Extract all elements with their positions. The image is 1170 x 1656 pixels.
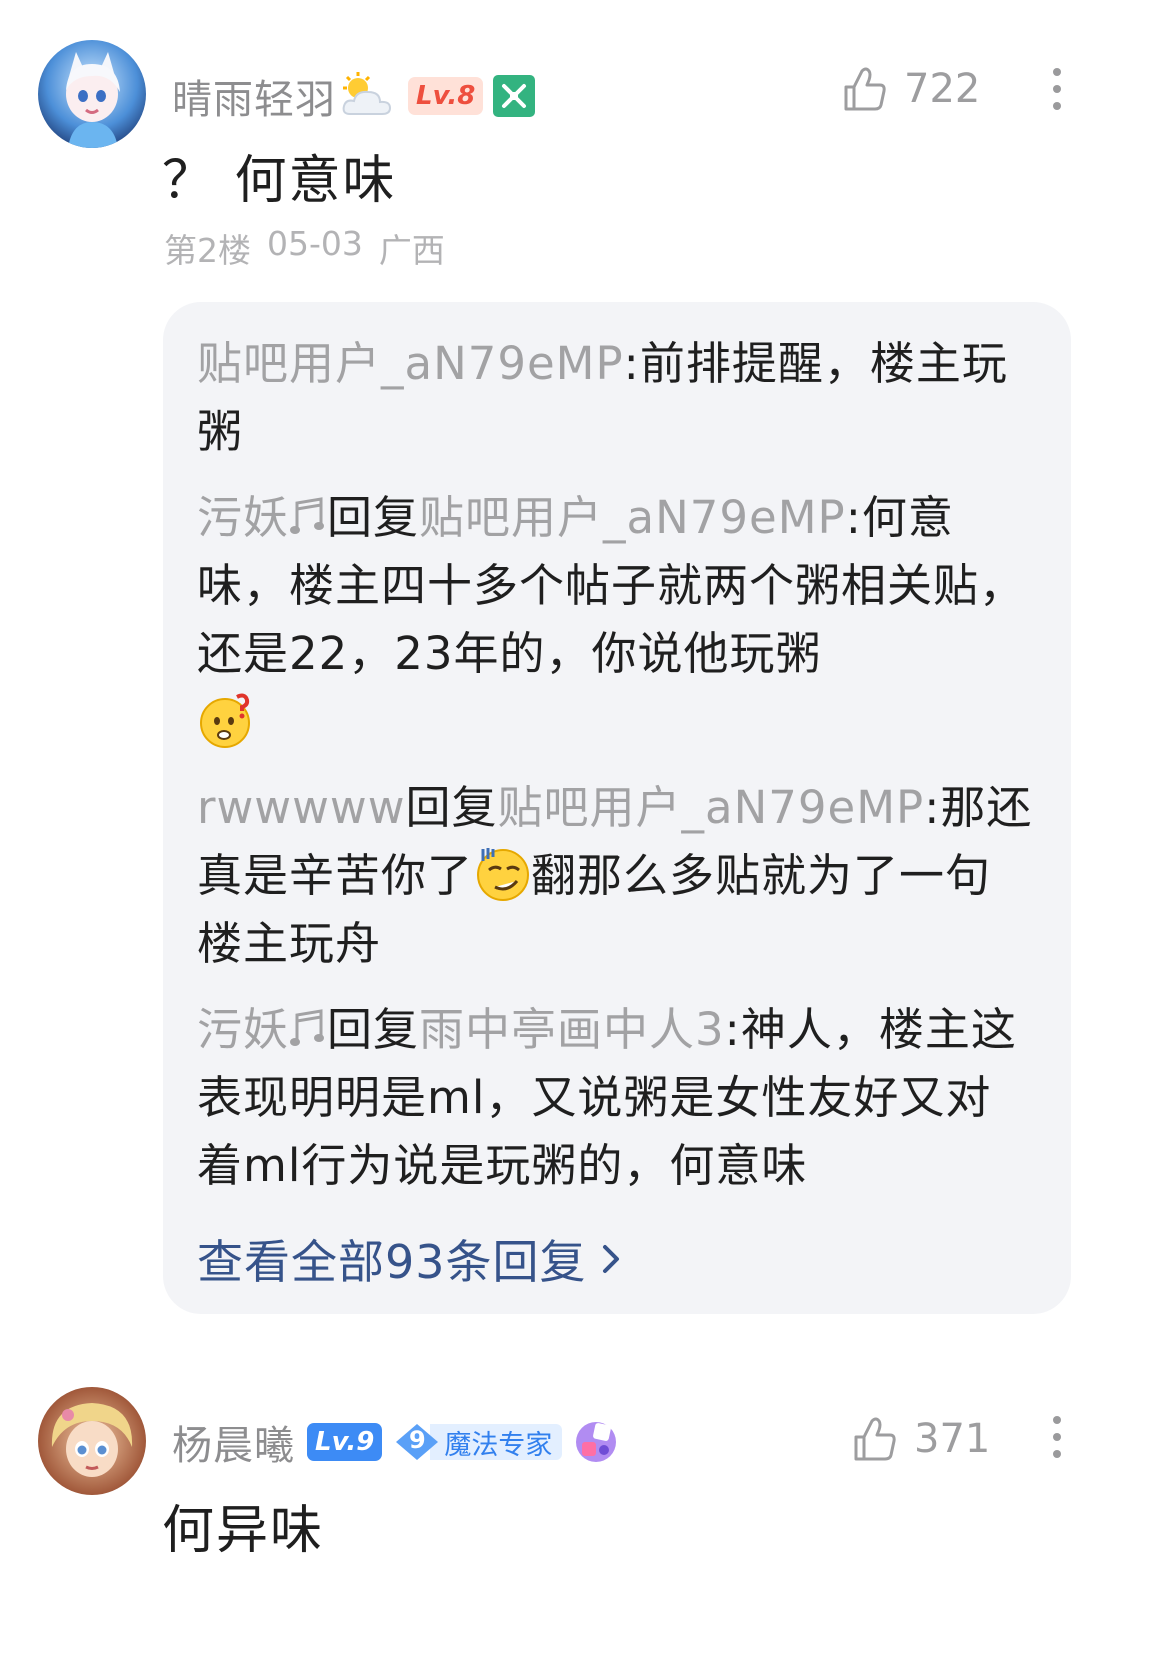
expert-title: 魔法专家 (430, 1424, 563, 1461)
sun-cloud-icon (342, 72, 392, 115)
reply-author[interactable]: 贴吧用户_aN79eMP (197, 337, 624, 390)
replies-panel: 贴吧用户_aN79eMP:前排提醒，楼主玩粥 污妖 回复贴吧用户_aN79eMP:… (163, 302, 1071, 1314)
like-count: 371 (914, 1416, 991, 1462)
level-badge: Lv.8 (408, 77, 484, 115)
comment-floor-2: 晴雨轻羽 Lv.8 722 ？ 何意味 第2楼 05-03 广西 贴吧用户_aN… (0, 0, 1170, 1400)
user-info-row: 杨晨曦 Lv.9 9 魔法专家 (172, 1414, 618, 1470)
reply-word: 回复 (405, 781, 498, 834)
like-button[interactable]: 371 (852, 1414, 990, 1464)
reply-word: 回复 (327, 491, 420, 544)
reply-word: 回复 (327, 1003, 420, 1056)
music-note-icon (290, 497, 325, 534)
like-count: 722 (904, 66, 981, 112)
magic-badge-icon (576, 1422, 617, 1462)
comment: 杨晨曦 Lv.9 9 魔法专家 371 何异味 (0, 1387, 1170, 1656)
view-all-replies-link[interactable]: 查看全部93条回复 (197, 1226, 1037, 1292)
reply-author[interactable]: 污妖 (197, 491, 289, 544)
reply-item[interactable]: 贴吧用户_aN79eMP:前排提醒，楼主玩粥 (197, 330, 1037, 466)
comment-location: 广西 (378, 231, 445, 270)
like-button[interactable]: 722 (842, 64, 980, 114)
chevron-right-icon (602, 1245, 619, 1273)
reply-item[interactable]: 污妖 回复贴吧用户_aN79eMP:何意味，楼主四十多个帖子就两个粥相关贴，还是2… (197, 484, 1037, 756)
comment-text: 何异味 (162, 1501, 325, 1561)
user-info-row: 晴雨轻羽 Lv.8 (172, 67, 536, 125)
confused-face-emoji-icon (200, 693, 250, 748)
avatar[interactable] (38, 1387, 146, 1495)
reply-item[interactable]: rwwwww回复贴吧用户_aN79eMP:那还真是辛苦你了 翻那么多贴就为了一句… (197, 774, 1037, 978)
avatar[interactable] (38, 40, 146, 148)
reply-target[interactable]: 雨中亭画中人3 (419, 1003, 725, 1056)
expert-badge: 9 魔法专家 (394, 1422, 563, 1462)
username[interactable]: 晴雨轻羽 (172, 67, 336, 125)
sweat-smirk-emoji-icon (477, 848, 530, 901)
comment-meta: 第2楼 05-03 广西 (164, 224, 445, 272)
level-badge: Lv.9 (307, 1423, 383, 1461)
reply-target[interactable]: 贴吧用户_aN79eMP (419, 491, 846, 544)
more-options-icon[interactable] (1052, 1416, 1062, 1466)
floor-number: 第2楼 (164, 231, 251, 270)
view-all-label: 查看全部93条回复 (197, 1235, 587, 1289)
reply-author[interactable]: rwwwww (197, 781, 406, 834)
comment-date: 05-03 (267, 224, 363, 263)
username[interactable]: 杨晨曦 (172, 1413, 295, 1471)
reply-target[interactable]: 贴吧用户_aN79eMP (498, 781, 925, 834)
member-badge-icon (493, 75, 536, 117)
reply-author[interactable]: 污妖 (197, 1003, 289, 1056)
expert-diamond-icon: 9 (394, 1422, 440, 1462)
thumbs-up-icon (844, 67, 886, 111)
music-note-icon (290, 1009, 325, 1046)
thumbs-up-icon (854, 1417, 896, 1461)
comment-text: ？ 何意味 (162, 151, 397, 211)
more-options-icon[interactable] (1052, 68, 1062, 118)
reply-item[interactable]: 污妖 回复雨中亭画中人3:神人，楼主这表现明明是ml，又说粥是女性友好又对着ml行… (197, 996, 1037, 1200)
expert-level: 9 (409, 1426, 426, 1454)
